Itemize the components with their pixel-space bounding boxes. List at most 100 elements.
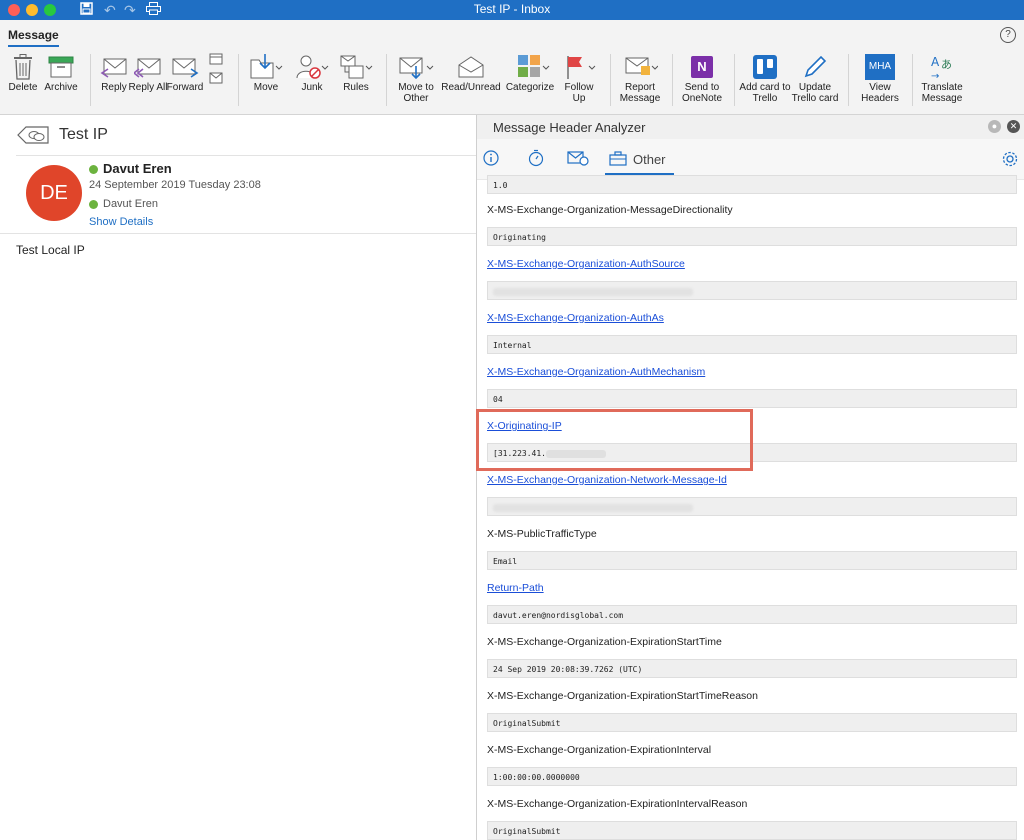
ribbon-toolbar: Delete Archive Reply Reply All Forward M… bbox=[0, 48, 1024, 115]
header-name-link[interactable]: X-MS-Exchange-Organization-AuthAs bbox=[487, 312, 664, 324]
forward-icon bbox=[166, 52, 204, 82]
onenote-icon: N bbox=[676, 52, 728, 82]
report-message-button[interactable]: Report Message bbox=[614, 52, 666, 104]
mha-header: Message Header Analyzer ● ✕ bbox=[477, 115, 1024, 139]
move-to-other-button[interactable]: Move to Other bbox=[392, 52, 440, 104]
header-value[interactable]: davut.eren@nordisglobal.com bbox=[487, 605, 1017, 624]
window-title: Test IP - Inbox bbox=[473, 2, 551, 16]
calendar-icon bbox=[206, 52, 226, 72]
header-name: X-MS-Exchange-Organization-ExpirationInt… bbox=[487, 798, 748, 810]
delete-button[interactable]: Delete bbox=[4, 52, 42, 93]
presence-icon bbox=[89, 165, 98, 175]
categorize-button[interactable]: Categorize bbox=[502, 52, 558, 93]
header-value[interactable]: Originating bbox=[487, 227, 1017, 246]
send-to-onenote-button[interactable]: N Send to OneNote bbox=[676, 52, 728, 104]
show-details-link[interactable]: Show Details bbox=[89, 216, 153, 228]
message-subject: Test IP bbox=[59, 126, 108, 143]
trash-icon bbox=[4, 52, 42, 82]
redacted-text bbox=[493, 287, 693, 296]
forward-button[interactable]: Forward bbox=[166, 52, 204, 93]
header-value[interactable]: Internal bbox=[487, 335, 1017, 354]
ribbon-divider bbox=[912, 54, 913, 106]
ribbon-divider bbox=[386, 54, 387, 106]
settings-icon[interactable] bbox=[1001, 147, 1019, 171]
header-value[interactable]: 24 Sep 2019 20:08:39.7262 (UTC) bbox=[487, 659, 1017, 678]
read-unread-button[interactable]: Read/Unread bbox=[440, 52, 502, 93]
ribbon-divider bbox=[848, 54, 849, 106]
stopwatch-icon bbox=[527, 149, 545, 170]
reply-all-icon bbox=[130, 52, 166, 82]
rules-icon bbox=[334, 52, 378, 82]
message-header-analyzer-pane: Message Header Analyzer ● ✕ Other 1.0 X-… bbox=[477, 115, 1024, 840]
reply-all-button[interactable]: Reply All bbox=[129, 52, 167, 93]
header-value-redacted[interactable] bbox=[487, 497, 1017, 516]
divider bbox=[16, 155, 476, 156]
header-value[interactable]: OriginalSubmit bbox=[487, 713, 1017, 732]
trello-icon bbox=[738, 52, 792, 82]
tab-summary[interactable] bbox=[483, 147, 499, 171]
header-name-link[interactable]: X-MS-Exchange-Organization-AuthMechanism bbox=[487, 366, 705, 378]
meeting-reply-button[interactable] bbox=[206, 52, 226, 87]
message-body: Test Local IP bbox=[16, 243, 85, 257]
view-headers-button[interactable]: MHA View Headers bbox=[854, 52, 906, 104]
tab-antispam[interactable] bbox=[567, 147, 589, 171]
tab-other[interactable]: Other bbox=[605, 147, 674, 175]
ribbon-divider bbox=[672, 54, 673, 106]
header-name-link[interactable]: X-MS-Exchange-Organization-Network-Messa… bbox=[487, 474, 727, 486]
mha-icon: MHA bbox=[854, 52, 906, 82]
header-value[interactable]: Email bbox=[487, 551, 1017, 570]
avatar[interactable]: DE bbox=[26, 165, 82, 221]
ribbon-divider bbox=[238, 54, 239, 106]
tab-received[interactable] bbox=[527, 147, 545, 171]
reply-button[interactable]: Reply bbox=[96, 52, 132, 93]
header-name: X-MS-Exchange-Organization-ExpirationSta… bbox=[487, 636, 722, 648]
sender-name[interactable]: Davut Eren bbox=[89, 161, 172, 176]
move-icon bbox=[244, 52, 288, 82]
archive-button[interactable]: Archive bbox=[42, 52, 80, 93]
pencil-icon bbox=[790, 52, 840, 82]
ribbon-divider bbox=[734, 54, 735, 106]
mha-title: Message Header Analyzer bbox=[493, 120, 646, 135]
svg-text:A: A bbox=[931, 55, 940, 69]
help-icon[interactable]: ? bbox=[1000, 27, 1016, 43]
divider bbox=[0, 233, 476, 234]
move-button[interactable]: Move bbox=[244, 52, 288, 93]
mha-tab-bar: Other bbox=[477, 139, 1024, 180]
pin-icon[interactable]: ● bbox=[988, 120, 1001, 133]
header-value[interactable]: 1:00:00:00.0000000 bbox=[487, 767, 1017, 786]
ribbon-divider bbox=[610, 54, 611, 106]
attachment-reply-icon bbox=[206, 72, 226, 87]
rules-button[interactable]: Rules bbox=[334, 52, 378, 93]
translate-icon: A あ → bbox=[916, 52, 968, 82]
header-name: X-MS-Exchange-Organization-ExpirationInt… bbox=[487, 744, 712, 756]
header-value[interactable]: 1.0 bbox=[487, 175, 1017, 194]
presence-icon bbox=[89, 199, 98, 209]
junk-icon bbox=[290, 52, 334, 82]
recipient[interactable]: Davut Eren bbox=[89, 198, 158, 210]
header-name-link[interactable]: X-MS-Exchange-Organization-AuthSource bbox=[487, 258, 685, 270]
add-card-to-trello-button[interactable]: Add card to Trello bbox=[738, 52, 792, 104]
highlight-box bbox=[476, 409, 753, 471]
info-icon bbox=[483, 149, 499, 169]
header-value-redacted[interactable] bbox=[487, 281, 1017, 300]
update-trello-card-button[interactable]: Update Trello card bbox=[790, 52, 840, 104]
header-name-link[interactable]: Return-Path bbox=[487, 582, 544, 594]
junk-button[interactable]: Junk bbox=[290, 52, 334, 93]
translate-message-button[interactable]: A あ → Translate Message bbox=[916, 52, 968, 104]
mail-clock-icon bbox=[567, 150, 589, 169]
header-value[interactable]: OriginalSubmit bbox=[487, 821, 1017, 840]
tab-other-label: Other bbox=[633, 151, 666, 167]
report-message-icon bbox=[614, 52, 666, 82]
move-to-other-icon bbox=[392, 52, 440, 82]
ribbon-divider bbox=[90, 54, 91, 106]
svg-text:あ: あ bbox=[941, 58, 952, 71]
header-value[interactable]: 04 bbox=[487, 389, 1017, 408]
flag-icon bbox=[558, 52, 600, 82]
header-name: X-MS-PublicTrafficType bbox=[487, 528, 597, 540]
briefcase-icon bbox=[609, 150, 627, 169]
tab-message[interactable]: Message bbox=[8, 28, 59, 47]
read-unread-icon bbox=[440, 52, 502, 82]
close-icon[interactable]: ✕ bbox=[1007, 120, 1020, 133]
follow-up-button[interactable]: Follow Up bbox=[558, 52, 600, 104]
conversation-icon[interactable] bbox=[16, 125, 50, 150]
